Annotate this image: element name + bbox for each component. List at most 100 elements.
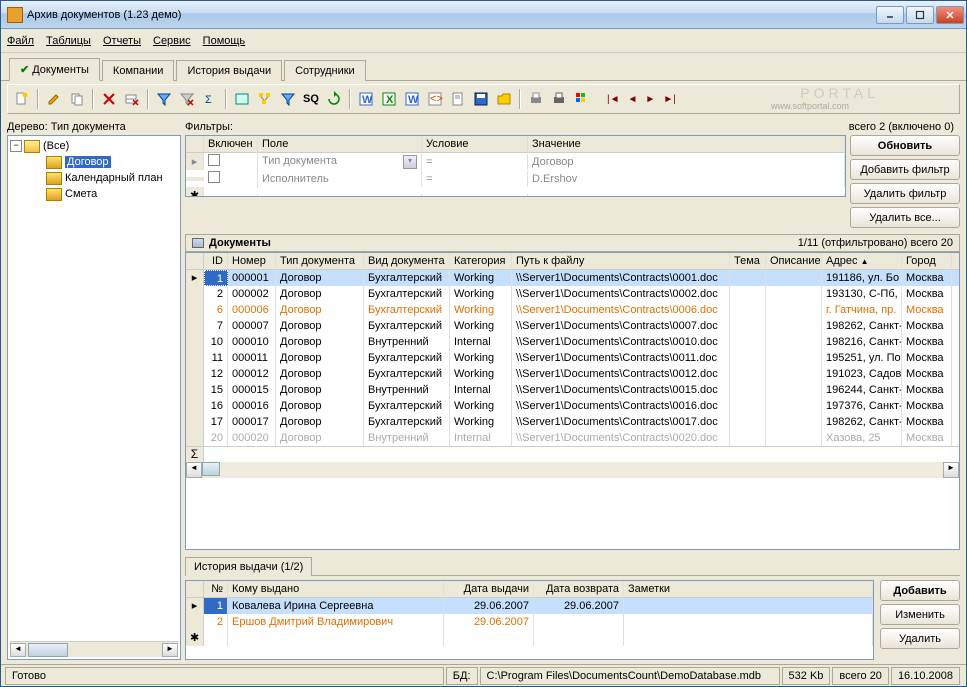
close-button[interactable]: [936, 6, 964, 24]
tree-item-dogovor[interactable]: Договор: [10, 154, 178, 170]
filter-icon[interactable]: [154, 89, 174, 109]
doc-icon[interactable]: [448, 89, 468, 109]
filter-col-cond[interactable]: Условие: [422, 136, 528, 152]
html-icon[interactable]: <>: [425, 89, 445, 109]
status-size: 532 Kb: [782, 667, 831, 685]
tab-history[interactable]: История выдачи: [176, 60, 282, 81]
dropdown-icon[interactable]: ▾: [403, 155, 417, 169]
checkbox[interactable]: [208, 154, 220, 166]
tab-companies[interactable]: Компании: [102, 60, 175, 81]
add-filter-button[interactable]: Добавить фильтр: [850, 159, 960, 180]
hcol-who[interactable]: Кому выдано: [228, 581, 444, 597]
grid-count: 1/11 (отфильтровано) всего 20: [798, 237, 953, 249]
tree-item-plan[interactable]: Календарный план: [10, 170, 178, 186]
hcol-returned[interactable]: Дата возврата: [534, 581, 624, 597]
excel-icon[interactable]: X: [379, 89, 399, 109]
sigma-icon[interactable]: Σ: [200, 89, 220, 109]
col-number[interactable]: Номер: [228, 253, 276, 269]
tree[interactable]: − (Все) Договор Календарный план: [7, 135, 181, 660]
tree-root[interactable]: − (Все): [10, 138, 178, 154]
tab-documents[interactable]: ✔Документы: [9, 58, 100, 81]
history-edit-button[interactable]: Изменить: [880, 604, 960, 625]
tree-item-smeta[interactable]: Смета: [10, 186, 178, 202]
menu-service[interactable]: Сервис: [153, 35, 191, 47]
table-row[interactable]: 20000020ДоговорВнутреннийInternal\\Serve…: [186, 430, 959, 446]
col-type[interactable]: Тип документа: [276, 253, 364, 269]
history-row-new[interactable]: ✱: [186, 630, 873, 646]
filter-col-field[interactable]: Поле: [258, 136, 422, 152]
filter-off-icon[interactable]: [177, 89, 197, 109]
filter-row-new[interactable]: ✱: [186, 187, 845, 197]
history-delete-button[interactable]: Удалить: [880, 628, 960, 649]
table-row[interactable]: ▸1000001ДоговорБухгалтерскийWorking\\Ser…: [186, 270, 959, 286]
tab-employees[interactable]: Сотрудники: [284, 60, 366, 81]
word-icon[interactable]: W: [356, 89, 376, 109]
table-row[interactable]: 12000012ДоговорБухгалтерскийWorking\\Ser…: [186, 366, 959, 382]
tree-hscroll[interactable]: ◄ ►: [10, 641, 178, 657]
table-row[interactable]: 16000016ДоговорБухгалтерскийWorking\\Ser…: [186, 398, 959, 414]
table-row[interactable]: 11000011ДоговорБухгалтерскийWorking\\Ser…: [186, 350, 959, 366]
subtab-history[interactable]: История выдачи (1/2): [185, 557, 312, 576]
sql-icon[interactable]: SQL: [301, 89, 321, 109]
col-kind[interactable]: Вид документа: [364, 253, 450, 269]
folder-icon[interactable]: [494, 89, 514, 109]
delete-filter-button[interactable]: Удалить фильтр: [850, 183, 960, 204]
print-icon[interactable]: [526, 89, 546, 109]
colors-icon[interactable]: [572, 89, 592, 109]
save-icon[interactable]: [471, 89, 491, 109]
hcol-n[interactable]: №: [204, 581, 228, 597]
menubar: Файл Таблицы Отчеты Сервис Помощь: [1, 29, 966, 53]
col-category[interactable]: Категория: [450, 253, 512, 269]
documents-grid[interactable]: ID Номер Тип документа Вид документа Кат…: [185, 252, 960, 550]
checkbox[interactable]: [208, 171, 220, 183]
menu-help[interactable]: Помощь: [203, 35, 246, 47]
delete-all-button[interactable]: Удалить все...: [850, 207, 960, 228]
word2-icon[interactable]: W: [402, 89, 422, 109]
col-desc[interactable]: Описание: [766, 253, 822, 269]
history-add-button[interactable]: Добавить: [880, 580, 960, 601]
filter-col-enabled[interactable]: Включен: [204, 136, 258, 152]
maximize-button[interactable]: [906, 6, 934, 24]
view-icon[interactable]: [232, 89, 252, 109]
tree-collapse-icon[interactable]: −: [10, 140, 22, 152]
nav-prev-icon[interactable]: ◄: [628, 94, 638, 105]
tree-icon[interactable]: [255, 89, 275, 109]
history-row[interactable]: 2Ершов Дмитрий Владимирович29.06.2007: [186, 614, 873, 630]
table-row[interactable]: 10000010ДоговорВнутреннийInternal\\Serve…: [186, 334, 959, 350]
hcol-issued[interactable]: Дата выдачи: [444, 581, 534, 597]
table-row[interactable]: 15000015ДоговорВнутреннийInternal\\Serve…: [186, 382, 959, 398]
grid-hscroll[interactable]: ◄►: [186, 462, 959, 478]
minimize-button[interactable]: [876, 6, 904, 24]
col-path[interactable]: Путь к файлу: [512, 253, 730, 269]
history-row[interactable]: ▸1Ковалева Ирина Сергеевна29.06.200729.0…: [186, 598, 873, 614]
nav-first-icon[interactable]: |◄: [607, 94, 620, 105]
filter-grid[interactable]: Включен Поле Условие Значение ▸ Тип доку…: [185, 135, 846, 197]
history-grid[interactable]: № Кому выдано Дата выдачи Дата возврата …: [185, 580, 874, 660]
nav-next-icon[interactable]: ►: [645, 94, 655, 105]
filter2-icon[interactable]: [278, 89, 298, 109]
menu-reports[interactable]: Отчеты: [103, 35, 141, 47]
nav-last-icon[interactable]: ►|: [663, 94, 676, 105]
hcol-notes[interactable]: Заметки: [624, 581, 873, 597]
col-city[interactable]: Город: [902, 253, 952, 269]
refresh-icon[interactable]: [324, 89, 344, 109]
table-row[interactable]: 6000006ДоговорБухгалтерскийWorking\\Serv…: [186, 302, 959, 318]
filter-row[interactable]: ▸ Тип документа▾ = Договор: [186, 153, 845, 170]
menu-file[interactable]: Файл: [7, 35, 34, 47]
col-address[interactable]: Адрес ▲: [822, 253, 902, 269]
new-icon[interactable]: [12, 89, 32, 109]
table-row[interactable]: 17000017ДоговорБухгалтерскийWorking\\Ser…: [186, 414, 959, 430]
table-row[interactable]: 7000007ДоговорБухгалтерскийWorking\\Serv…: [186, 318, 959, 334]
col-tema[interactable]: Тема: [730, 253, 766, 269]
delete-table-icon[interactable]: [122, 89, 142, 109]
print2-icon[interactable]: [549, 89, 569, 109]
edit-icon[interactable]: [44, 89, 64, 109]
menu-tables[interactable]: Таблицы: [46, 35, 91, 47]
col-id[interactable]: ID: [204, 253, 228, 269]
copy-icon[interactable]: [67, 89, 87, 109]
refresh-button[interactable]: Обновить: [850, 135, 960, 156]
filter-row[interactable]: Исполнитель = D.Ershov: [186, 170, 845, 187]
table-row[interactable]: 2000002ДоговорБухгалтерскийWorking\\Serv…: [186, 286, 959, 302]
delete-icon[interactable]: [99, 89, 119, 109]
filter-col-value[interactable]: Значение: [528, 136, 845, 152]
